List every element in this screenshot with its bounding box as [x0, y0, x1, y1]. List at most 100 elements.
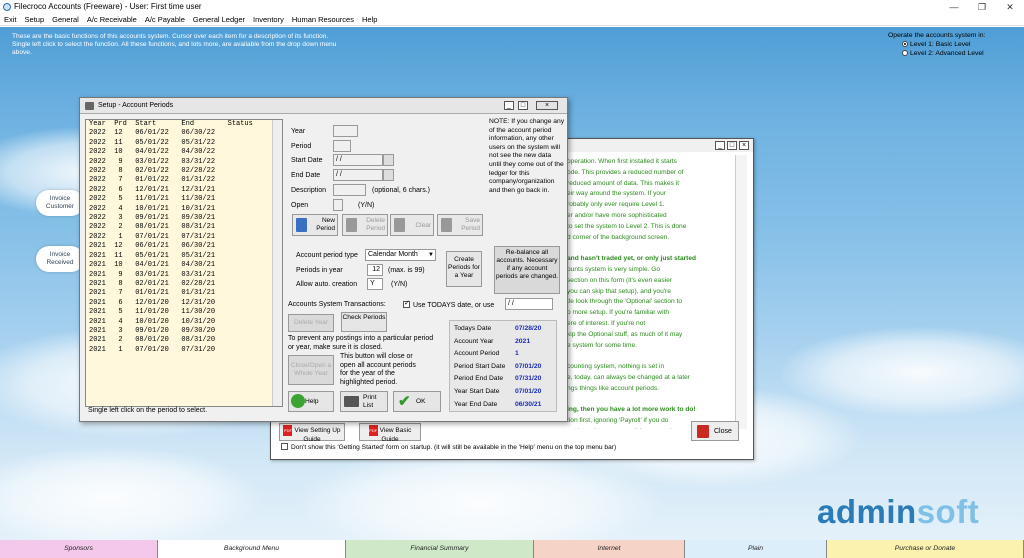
level-panel: Operate the accounts system in: Level 1:… — [888, 31, 1018, 58]
clear-button[interactable]: Clear — [390, 214, 434, 236]
help-button[interactable]: Help — [288, 391, 334, 412]
level-advanced-option[interactable]: Level 2: Advanced Level — [888, 49, 1018, 58]
close-button[interactable]: Close — [691, 421, 739, 441]
table-row[interactable]: 2022 5 11/01/21 11/30/21 — [86, 195, 282, 204]
table-row[interactable]: 2021 3 09/01/20 09/30/20 — [86, 327, 282, 336]
vertical-scrollbar[interactable] — [735, 155, 747, 429]
invoice-customer-button[interactable]: Invoice Customer — [36, 190, 84, 216]
new-period-button[interactable]: New Period — [292, 214, 338, 236]
menu-ac-payable[interactable]: A/c Payable — [141, 14, 189, 25]
table-row[interactable]: 2021 12 06/01/21 06/30/21 — [86, 242, 282, 251]
ok-button[interactable]: ✔ OK — [393, 391, 441, 412]
radio-icon[interactable] — [902, 50, 908, 56]
table-row[interactable]: 2022 6 12/01/21 12/31/21 — [86, 186, 282, 195]
periods-in-year-field[interactable]: 12 — [367, 264, 383, 276]
calendar-icon[interactable] — [383, 154, 394, 166]
period-type-select[interactable]: Calendar Month ▼ — [365, 249, 436, 261]
menu-inventory[interactable]: Inventory — [249, 14, 288, 25]
vertical-scrollbar[interactable] — [272, 120, 282, 406]
close-open-text: This button will close or open all accou… — [340, 353, 416, 386]
setting-up-guide-button[interactable]: PDF View Setting Up Guide — [279, 423, 345, 443]
table-row[interactable]: 2022 9 03/01/22 03/31/22 — [86, 158, 282, 167]
table-row[interactable]: 2022 12 06/01/22 06/30/22 — [86, 129, 282, 138]
menu-exit[interactable]: Exit — [0, 14, 21, 25]
new-doc-icon — [296, 218, 307, 232]
invoice-received-button[interactable]: Invoice Received — [36, 246, 84, 272]
table-row[interactable]: 2021 5 11/01/20 11/30/20 — [86, 308, 282, 317]
menu-help[interactable]: Help — [358, 14, 381, 25]
table-row[interactable]: 2022 8 02/01/22 02/28/22 — [86, 167, 282, 176]
level-basic-option[interactable]: Level 1: Basic Level — [888, 40, 1018, 49]
table-row[interactable]: 2021 4 10/01/20 10/31/20 — [86, 318, 282, 327]
checkbox-checked-icon[interactable] — [403, 299, 410, 308]
table-row[interactable]: 2021 11 05/01/21 05/31/21 — [86, 252, 282, 261]
checkbox-icon[interactable] — [281, 443, 288, 450]
menu-general[interactable]: General — [48, 14, 83, 25]
table-row[interactable]: 2021 9 03/01/21 03/31/21 — [86, 271, 282, 280]
use-today-checkbox[interactable]: Use TODAYS date, or use — [403, 299, 494, 309]
table-row[interactable]: 2021 8 02/01/21 02/28/21 — [86, 280, 282, 289]
menu-human-resources[interactable]: Human Resources — [288, 14, 358, 25]
period-field[interactable] — [333, 140, 351, 152]
table-row[interactable]: 2022 10 04/01/22 04/30/22 — [86, 148, 282, 157]
print-list-button[interactable]: Print List — [340, 391, 388, 412]
guide-text-line: ode. This provides a reduced number of — [567, 168, 684, 176]
summary-value: 07/28/20 — [515, 325, 542, 332]
minimize-icon[interactable]: _ — [504, 101, 514, 110]
start-date-field[interactable]: / / — [333, 154, 383, 166]
auto-creation-field[interactable]: Y — [367, 278, 383, 290]
table-row[interactable]: 2021 1 07/01/20 07/31/20 — [86, 346, 282, 355]
table-row[interactable]: 2021 2 08/01/20 08/31/20 — [86, 336, 282, 345]
delete-period-button[interactable]: Delete Period — [342, 214, 388, 236]
table-row[interactable]: 2022 1 07/01/21 07/31/21 — [86, 233, 282, 242]
minimize-icon[interactable]: — — [942, 0, 966, 14]
minimize-icon[interactable]: _ — [715, 141, 725, 150]
tab-sponsors[interactable]: Sponsors — [0, 540, 158, 558]
year-field[interactable] — [333, 125, 358, 137]
save-period-button[interactable]: Save Period — [437, 214, 483, 236]
table-row[interactable]: 2022 4 10/01/21 10/31/21 — [86, 205, 282, 214]
table-row[interactable]: 2022 11 05/01/22 05/31/22 — [86, 139, 282, 148]
table-row[interactable]: 2021 6 12/01/20 12/31/20 — [86, 299, 282, 308]
calendar-icon[interactable] — [383, 169, 394, 181]
dont-show-checkbox[interactable]: Don't show this 'Getting Started' form o… — [281, 443, 616, 451]
table-row[interactable]: 2022 2 08/01/21 08/31/21 — [86, 223, 282, 232]
open-field[interactable] — [333, 199, 343, 211]
table-row[interactable]: 2022 3 09/01/21 09/30/21 — [86, 214, 282, 223]
menu-ac-receivable[interactable]: A/c Receivable — [83, 14, 141, 25]
basic-guide-button[interactable]: PDF View Basic Guide — [359, 423, 421, 443]
table-row[interactable]: 2021 7 01/01/21 01/31/21 — [86, 289, 282, 298]
tab-background-menu[interactable]: Background Menu — [158, 540, 346, 558]
end-date-field[interactable]: / / — [333, 169, 383, 181]
transaction-date-field[interactable]: / / — [505, 298, 553, 310]
summary-value: 06/30/21 — [515, 400, 542, 408]
description-field[interactable] — [333, 184, 366, 196]
summary-label: Period Start Date — [454, 362, 506, 370]
maximize-icon[interactable]: □ — [518, 101, 528, 110]
check-periods-button[interactable]: Check Periods — [341, 312, 387, 332]
table-row[interactable]: 2021 10 04/01/21 04/30/21 — [86, 261, 282, 270]
radio-selected-icon[interactable] — [902, 41, 908, 47]
tab-plain[interactable]: Plain — [685, 540, 827, 558]
periods-list[interactable]: Year Prd Start End Status 2022 12 06/01/… — [85, 119, 283, 407]
tab-internet[interactable]: Internet — [534, 540, 685, 558]
start-date-label: Start Date — [291, 157, 323, 164]
create-periods-button[interactable]: Create Periods for a Year — [446, 251, 482, 287]
table-row[interactable]: 2022 7 01/01/22 01/31/22 — [86, 176, 282, 185]
rebalance-button[interactable]: Re-balance all accounts. Necessary if an… — [494, 246, 560, 294]
restore-icon[interactable]: ❐ — [970, 0, 994, 14]
close-open-year-button[interactable]: Close/Open a Whole Year — [288, 355, 334, 385]
guide-text-line: ere of interest. If you're not — [567, 319, 646, 327]
maximize-icon[interactable]: □ — [727, 141, 737, 150]
tab-purchase-or-donate[interactable]: Purchase or Donate — [827, 540, 1024, 558]
tab-financial-summary[interactable]: Financial Summary — [346, 540, 534, 558]
delete-year-button[interactable]: Delete Year — [288, 314, 334, 332]
menu-general-ledger[interactable]: General Ledger — [189, 14, 249, 25]
guide-text-line: kip the Optional stuff, as much of it ma… — [567, 330, 683, 338]
close-icon[interactable]: × — [536, 101, 558, 110]
guide-text-line: and hasn't traded yet, or only just star… — [567, 255, 697, 263]
chevron-down-icon[interactable]: ▼ — [428, 250, 434, 260]
close-icon[interactable]: × — [739, 141, 749, 150]
menu-setup[interactable]: Setup — [21, 14, 49, 25]
close-icon[interactable]: ✕ — [998, 0, 1022, 14]
